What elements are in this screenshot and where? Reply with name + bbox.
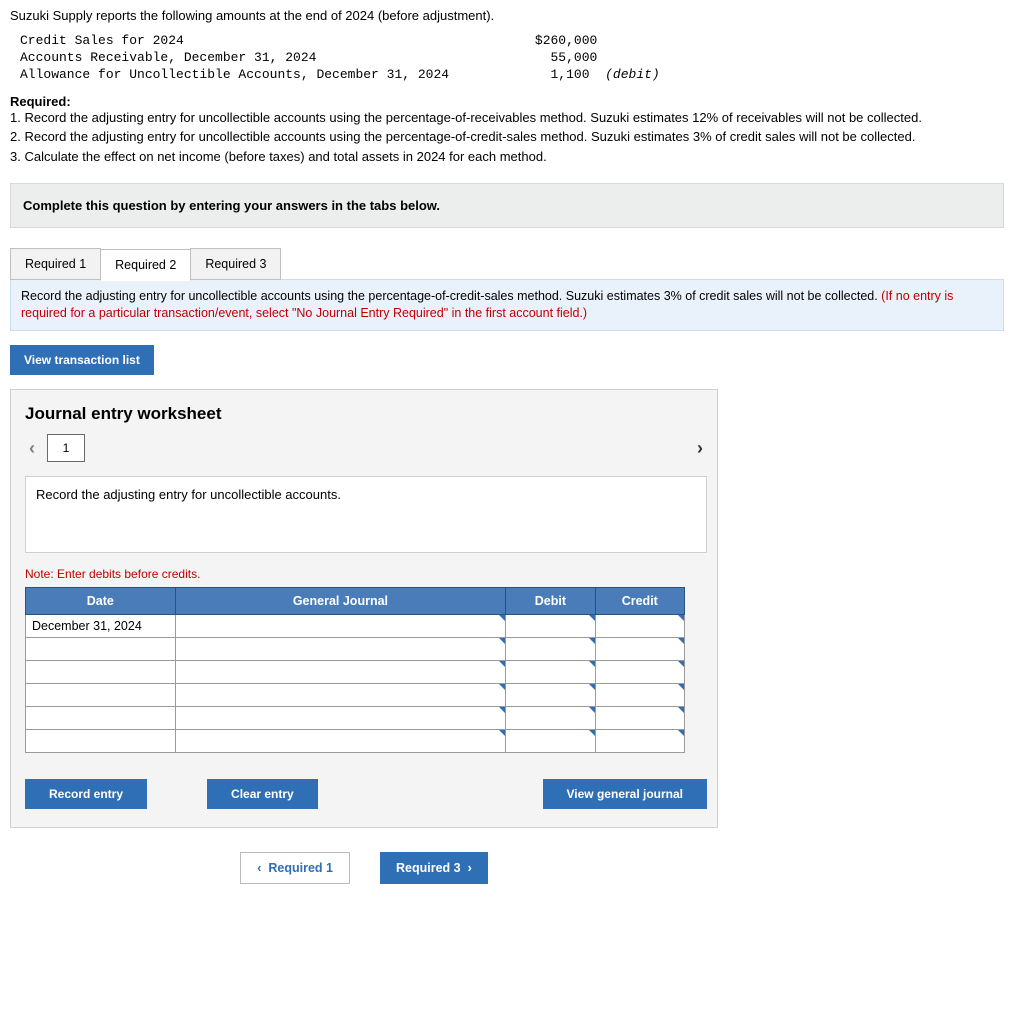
worksheet-title: Journal entry worksheet bbox=[25, 404, 707, 424]
chevron-right-icon: › bbox=[468, 861, 472, 875]
required-1: 1. Record the adjusting entry for uncoll… bbox=[10, 109, 1004, 127]
account-cell[interactable] bbox=[175, 638, 506, 661]
chevron-left-icon: ‹ bbox=[257, 861, 261, 875]
tab-required-3[interactable]: Required 3 bbox=[190, 248, 281, 280]
debits-before-credits-note: Note: Enter debits before credits. bbox=[25, 567, 707, 581]
account-cell[interactable] bbox=[175, 684, 506, 707]
journal-entry-worksheet: Journal entry worksheet ‹ 1 › Record the… bbox=[10, 389, 718, 828]
record-entry-button[interactable]: Record entry bbox=[25, 779, 147, 809]
credit-cell[interactable] bbox=[595, 707, 684, 730]
tabs-row: Required 1 Required 2 Required 3 bbox=[10, 248, 1004, 280]
tab-required-2[interactable]: Required 2 bbox=[100, 249, 191, 281]
prev-tab-button[interactable]: ‹ Required 1 bbox=[240, 852, 350, 884]
required-3: 3. Calculate the effect on net income (b… bbox=[10, 148, 1004, 166]
footer-nav: ‹ Required 1 Required 3 › bbox=[10, 852, 718, 884]
header-debit: Debit bbox=[506, 588, 595, 615]
fact-3-label: Allowance for Uncollectible Accounts, De… bbox=[20, 67, 449, 82]
worksheet-nav-row: ‹ 1 › bbox=[25, 434, 707, 462]
clear-entry-button[interactable]: Clear entry bbox=[207, 779, 318, 809]
view-general-journal-button[interactable]: View general journal bbox=[543, 779, 707, 809]
account-cell[interactable] bbox=[175, 730, 506, 753]
header-general-journal: General Journal bbox=[175, 588, 506, 615]
account-cell[interactable] bbox=[175, 615, 506, 638]
worksheet-page-box[interactable]: 1 bbox=[47, 434, 85, 462]
prev-tab-label: Required 1 bbox=[268, 861, 333, 875]
credit-cell[interactable] bbox=[595, 615, 684, 638]
debit-cell[interactable] bbox=[506, 615, 595, 638]
fact-3-value: 1,100 bbox=[551, 67, 590, 82]
debit-cell[interactable] bbox=[506, 684, 595, 707]
table-row bbox=[26, 730, 685, 753]
facts-block: Credit Sales for 2024 $260,000 Accounts … bbox=[20, 33, 1004, 84]
date-cell[interactable] bbox=[26, 661, 176, 684]
credit-cell[interactable] bbox=[595, 638, 684, 661]
header-credit: Credit bbox=[595, 588, 684, 615]
required-2: 2. Record the adjusting entry for uncoll… bbox=[10, 128, 1004, 146]
worksheet-button-row: Record entry Clear entry View general jo… bbox=[25, 779, 707, 809]
fact-1-value: $260,000 bbox=[535, 33, 597, 48]
table-row bbox=[26, 707, 685, 730]
debit-cell[interactable] bbox=[506, 661, 595, 684]
date-cell[interactable] bbox=[26, 684, 176, 707]
chevron-left-icon[interactable]: ‹ bbox=[25, 438, 39, 459]
fact-2-value: 55,000 bbox=[551, 50, 598, 65]
tab-description: Record the adjusting entry for uncollect… bbox=[10, 279, 1004, 331]
fact-2-label: Accounts Receivable, December 31, 2024 bbox=[20, 50, 316, 65]
instruction-bar: Complete this question by entering your … bbox=[10, 183, 1004, 228]
fact-1-label: Credit Sales for 2024 bbox=[20, 33, 184, 48]
tab-required-1[interactable]: Required 1 bbox=[10, 248, 101, 280]
credit-cell[interactable] bbox=[595, 684, 684, 707]
header-date: Date bbox=[26, 588, 176, 615]
entry-description-box: Record the adjusting entry for uncollect… bbox=[25, 476, 707, 553]
table-row bbox=[26, 638, 685, 661]
journal-entry-table: Date General Journal Debit Credit Decemb… bbox=[25, 587, 685, 753]
debit-cell[interactable] bbox=[506, 638, 595, 661]
date-cell[interactable] bbox=[26, 707, 176, 730]
credit-cell[interactable] bbox=[595, 730, 684, 753]
fact-3-note: (debit) bbox=[605, 67, 660, 82]
next-tab-label: Required 3 bbox=[396, 861, 461, 875]
table-row bbox=[26, 661, 685, 684]
account-cell[interactable] bbox=[175, 707, 506, 730]
next-tab-button[interactable]: Required 3 › bbox=[380, 852, 488, 884]
view-transaction-list-button[interactable]: View transaction list bbox=[10, 345, 154, 375]
date-cell[interactable] bbox=[26, 730, 176, 753]
required-heading: Required: bbox=[10, 94, 71, 109]
debit-cell[interactable] bbox=[506, 707, 595, 730]
tab-description-main: Record the adjusting entry for uncollect… bbox=[21, 289, 881, 303]
required-block: Required: 1. Record the adjusting entry … bbox=[10, 94, 1004, 166]
credit-cell[interactable] bbox=[595, 661, 684, 684]
intro-text: Suzuki Supply reports the following amou… bbox=[10, 8, 1004, 23]
date-cell[interactable]: December 31, 2024 bbox=[26, 615, 176, 638]
debit-cell[interactable] bbox=[506, 730, 595, 753]
account-cell[interactable] bbox=[175, 661, 506, 684]
table-row bbox=[26, 684, 685, 707]
chevron-right-icon[interactable]: › bbox=[693, 438, 707, 459]
table-row: December 31, 2024 bbox=[26, 615, 685, 638]
date-cell[interactable] bbox=[26, 638, 176, 661]
